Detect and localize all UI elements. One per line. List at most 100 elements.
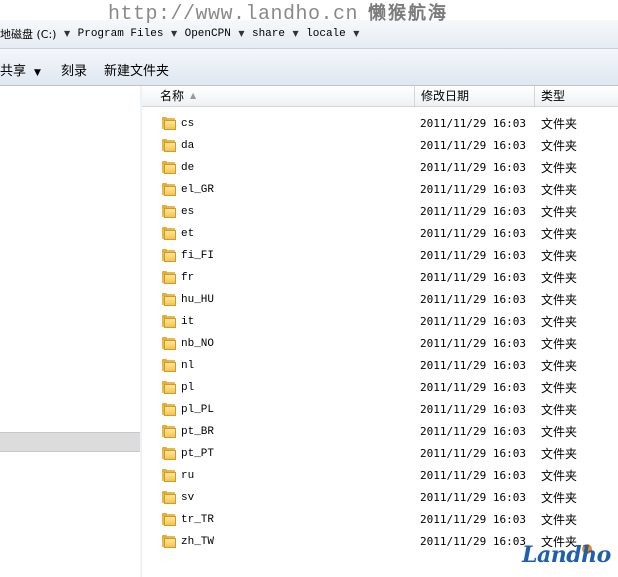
folder-icon	[162, 535, 176, 548]
file-date: 2011/11/29 16:03	[420, 403, 526, 416]
file-date: 2011/11/29 16:03	[420, 271, 526, 284]
list-item[interactable]: nb_NO 2011/11/29 16:03 文件夹	[142, 333, 618, 355]
breadcrumb-item-locale[interactable]: locale ▼	[306, 26, 363, 42]
new-folder-label: 新建文件夹	[104, 64, 170, 79]
file-name: et	[181, 228, 195, 240]
breadcrumb-item-program-files[interactable]: Program Files ▼	[78, 26, 181, 42]
file-date: 2011/11/29 16:03	[420, 359, 526, 372]
file-name: pl_PL	[181, 404, 215, 416]
file-type: 文件夹	[541, 227, 578, 241]
file-name: ru	[181, 470, 195, 482]
file-date: 2011/11/29 16:03	[420, 337, 526, 350]
file-date: 2011/11/29 16:03	[420, 249, 526, 262]
command-bar: 共享 ▼ 刻录 新建文件夹	[0, 49, 618, 86]
file-type: 文件夹	[541, 161, 578, 175]
list-item[interactable]: el_GR 2011/11/29 16:03 文件夹	[142, 179, 618, 201]
chevron-down-icon[interactable]: ▼	[64, 26, 70, 42]
breadcrumb-label: OpenCPN	[184, 28, 231, 40]
file-date: 2011/11/29 16:03	[420, 513, 526, 526]
folder-icon	[162, 403, 176, 416]
burn-button[interactable]: 刻录	[61, 60, 87, 79]
list-item[interactable]: fi_FI 2011/11/29 16:03 文件夹	[142, 245, 618, 267]
file-type: 文件夹	[541, 205, 578, 219]
file-type: 文件夹	[541, 117, 578, 131]
column-header-date[interactable]: 修改日期	[415, 86, 535, 106]
chevron-down-icon[interactable]: ▼	[353, 26, 359, 42]
logo-text: Landho	[522, 542, 611, 568]
breadcrumb-label: locale	[306, 28, 346, 40]
chevron-down-icon[interactable]: ▼	[238, 26, 244, 42]
file-type: 文件夹	[541, 447, 578, 461]
column-header-name[interactable]: 名称 ▲	[154, 86, 415, 106]
breadcrumb-item-share[interactable]: share ▼	[252, 26, 303, 42]
list-item[interactable]: pl 2011/11/29 16:03 文件夹	[142, 377, 618, 399]
file-name: nl	[181, 360, 195, 372]
breadcrumb-label: share	[251, 28, 285, 40]
folder-icon	[162, 205, 176, 218]
folder-icon	[162, 381, 176, 394]
navigation-pane[interactable]	[0, 86, 141, 577]
list-item[interactable]: cs 2011/11/29 16:03 文件夹	[142, 113, 618, 135]
list-item[interactable]: sv 2011/11/29 16:03 文件夹	[142, 487, 618, 509]
file-name: nb_NO	[181, 338, 215, 350]
list-item[interactable]: tr_TR 2011/11/29 16:03 文件夹	[142, 509, 618, 531]
column-header-label: 名称	[160, 89, 185, 103]
list-item[interactable]: pt_BR 2011/11/29 16:03 文件夹	[142, 421, 618, 443]
file-type: 文件夹	[541, 337, 578, 351]
file-date: 2011/11/29 16:03	[420, 183, 526, 196]
list-item[interactable]: nl 2011/11/29 16:03 文件夹	[142, 355, 618, 377]
list-item[interactable]: es 2011/11/29 16:03 文件夹	[142, 201, 618, 223]
sort-ascending-icon: ▲	[190, 91, 197, 100]
list-item[interactable]: et 2011/11/29 16:03 文件夹	[142, 223, 618, 245]
folder-icon	[162, 271, 176, 284]
column-header-type[interactable]: 类型	[535, 86, 618, 106]
list-item[interactable]: pl_PL 2011/11/29 16:03 文件夹	[142, 399, 618, 421]
burn-label: 刻录	[61, 64, 88, 79]
folder-icon	[162, 513, 176, 526]
chevron-down-icon[interactable]: ▼	[293, 26, 299, 42]
file-name: cs	[181, 118, 195, 130]
file-date: 2011/11/29 16:03	[420, 491, 526, 504]
list-item[interactable]: fr 2011/11/29 16:03 文件夹	[142, 267, 618, 289]
nav-pane-divider	[0, 432, 140, 452]
list-item[interactable]: da 2011/11/29 16:03 文件夹	[142, 135, 618, 157]
breadcrumb-item-drive[interactable]: 地磁盘 (C:) ▼	[0, 26, 74, 42]
file-type: 文件夹	[541, 403, 578, 417]
list-item[interactable]: hu_HU 2011/11/29 16:03 文件夹	[142, 289, 618, 311]
file-name: pl	[181, 382, 195, 394]
new-folder-button[interactable]: 新建文件夹	[104, 60, 169, 79]
file-date: 2011/11/29 16:03	[420, 469, 526, 482]
folder-icon	[162, 359, 176, 372]
share-label: 共享	[0, 64, 27, 79]
list-item[interactable]: ru 2011/11/29 16:03 文件夹	[142, 465, 618, 487]
folder-icon	[162, 161, 176, 174]
file-name: hu_HU	[181, 294, 215, 306]
file-type: 文件夹	[541, 315, 578, 329]
share-button[interactable]: 共享 ▼	[0, 60, 41, 79]
list-item[interactable]: pt_PT 2011/11/29 16:03 文件夹	[142, 443, 618, 465]
file-name: pt_PT	[181, 448, 215, 460]
file-date: 2011/11/29 16:03	[420, 425, 526, 438]
file-name: fi_FI	[181, 250, 215, 262]
file-type: 文件夹	[541, 381, 578, 395]
watermark-brand: 懒猴航海	[368, 3, 449, 24]
folder-icon	[162, 249, 176, 262]
folder-icon	[162, 425, 176, 438]
file-type: 文件夹	[541, 293, 578, 307]
file-date: 2011/11/29 16:03	[420, 227, 526, 240]
chevron-down-icon[interactable]: ▼	[171, 26, 177, 42]
list-item[interactable]: de 2011/11/29 16:03 文件夹	[142, 157, 618, 179]
file-date: 2011/11/29 16:03	[420, 293, 526, 306]
list-item[interactable]: it 2011/11/29 16:03 文件夹	[142, 311, 618, 333]
file-date: 2011/11/29 16:03	[420, 205, 526, 218]
file-name: pt_BR	[181, 426, 215, 438]
file-type: 文件夹	[541, 139, 578, 153]
file-name: it	[181, 316, 195, 328]
breadcrumb-item-opencpn[interactable]: OpenCPN ▼	[185, 26, 249, 42]
file-date: 2011/11/29 16:03	[420, 315, 526, 328]
file-date: 2011/11/29 16:03	[420, 161, 526, 174]
file-list[interactable]: 名称 ▲ 修改日期 类型 cs 2011/11/29 16:03 文件夹 da 2011/…	[142, 86, 618, 577]
folder-icon	[162, 117, 176, 130]
file-name: fr	[181, 272, 195, 284]
file-name: tr_TR	[181, 514, 215, 526]
